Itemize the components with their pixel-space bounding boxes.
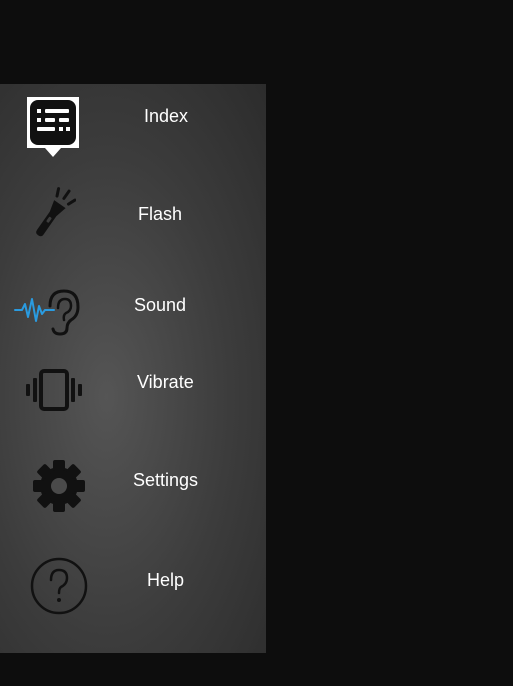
menu-item-settings-label: Settings [133,470,199,490]
index-chat-icon [27,97,79,157]
menu-item-flash-label: Flash [138,204,183,224]
menu-item-vibrate[interactable]: Vibrate [0,360,266,440]
help-question-icon [30,557,88,615]
menu-item-settings[interactable]: Settings [0,452,266,532]
menu-item-vibrate-label: Vibrate [137,372,194,392]
menu-item-help-label: Help [147,570,185,590]
menu-item-help[interactable]: Help [0,552,266,632]
menu-item-flash[interactable]: Flash [0,184,266,264]
side-menu-panel: Index Flash Sound Vibrate Settings Help [0,84,266,653]
phone-vibrate-icon [26,369,82,411]
menu-item-index[interactable]: Index [0,92,266,172]
menu-item-sound-label: Sound [134,295,187,315]
gear-icon [33,460,85,512]
menu-item-sound[interactable]: Sound [0,280,266,360]
menu-item-index-label: Index [144,106,189,126]
ear-soundwave-icon [14,289,80,336]
flashlight-icon [36,187,76,237]
